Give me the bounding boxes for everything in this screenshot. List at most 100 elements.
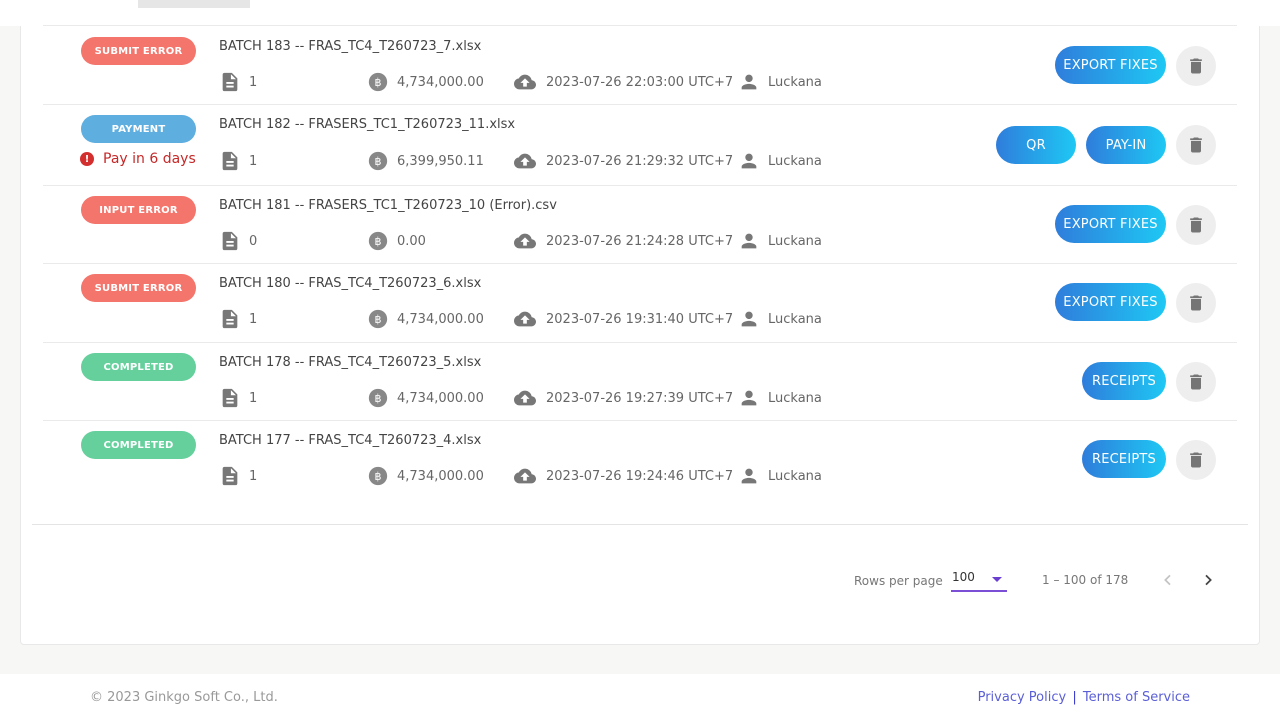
batch-title: BATCH 178 -- FRAS_TC4_T260723_5.xlsx xyxy=(219,355,482,370)
svg-text:฿: ฿ xyxy=(375,392,382,405)
document-icon xyxy=(222,151,238,171)
svg-text:฿: ฿ xyxy=(375,235,382,248)
document-icon xyxy=(222,72,238,92)
upload-time-value: 2023-07-26 21:24:28 UTC+7 xyxy=(546,233,734,249)
table-row: COMPLETED BATCH 178 -- FRAS_TC4_T260723_… xyxy=(43,343,1237,421)
uploader-name: Luckana xyxy=(768,74,822,90)
document-icon xyxy=(222,388,238,408)
file-count: 1 xyxy=(219,387,257,409)
table-row: SUBMIT ERROR BATCH 183 -- FRAS_TC4_T2607… xyxy=(43,26,1237,105)
uploader: Luckana xyxy=(738,150,822,172)
trash-icon xyxy=(1190,58,1202,74)
amount: ฿ 6,399,950.11 xyxy=(367,150,484,172)
page-footer: © 2023 Ginkgo Soft Co., Ltd. Privacy Pol… xyxy=(0,674,1280,720)
amount-value: 6,399,950.11 xyxy=(397,153,484,169)
file-count: 1 xyxy=(219,150,257,172)
person-icon xyxy=(741,311,757,327)
upload-time-value: 2023-07-26 21:29:32 UTC+7 xyxy=(546,153,734,169)
delete-button[interactable] xyxy=(1176,362,1216,402)
upload-time: 2023-07-26 19:27:39 UTC+7 xyxy=(512,387,733,409)
document-icon xyxy=(222,231,238,251)
file-count-value: 1 xyxy=(249,468,258,484)
amount: ฿ 4,734,000.00 xyxy=(367,308,484,330)
status-badge: PAYMENT xyxy=(81,115,196,143)
upload-time-value: 2023-07-26 19:27:39 UTC+7 xyxy=(546,390,734,406)
document-icon xyxy=(222,466,238,486)
svg-text:฿: ฿ xyxy=(375,313,382,326)
amount-value: 4,734,000.00 xyxy=(397,390,484,406)
cloud-upload-icon xyxy=(514,233,536,249)
trash-icon xyxy=(1190,295,1202,311)
upload-time: 2023-07-26 21:24:28 UTC+7 xyxy=(512,230,733,252)
payment-due-text: Pay in 6 days xyxy=(103,151,196,167)
svg-text:฿: ฿ xyxy=(375,76,382,89)
table-row: COMPLETED BATCH 177 -- FRAS_TC4_T260723_… xyxy=(43,421,1237,500)
uploader: Luckana xyxy=(738,230,822,252)
file-count-value: 1 xyxy=(249,390,258,406)
table-bottom-divider xyxy=(32,524,1248,525)
upload-time: 2023-07-26 19:24:46 UTC+7 xyxy=(512,465,733,487)
upload-time-value: 2023-07-26 19:24:46 UTC+7 xyxy=(546,468,734,484)
delete-button[interactable] xyxy=(1176,283,1216,323)
pay-in-button[interactable]: PAY-IN xyxy=(1086,126,1166,164)
upload-time: 2023-07-26 19:31:40 UTC+7 xyxy=(512,308,733,330)
uploader: Luckana xyxy=(738,71,822,93)
chevron-left-icon xyxy=(1164,574,1171,586)
batch-title: BATCH 181 -- FRASERS_TC1_T260723_10 (Err… xyxy=(219,198,557,213)
person-icon xyxy=(741,390,757,406)
cloud-upload-icon xyxy=(514,74,536,90)
export-fixes-button[interactable]: EXPORT FIXES xyxy=(1055,46,1166,84)
status-badge: SUBMIT ERROR xyxy=(81,37,196,65)
trash-icon xyxy=(1190,217,1202,233)
exclamation-icon: ! xyxy=(80,152,94,166)
uploader: Luckana xyxy=(738,387,822,409)
person-icon xyxy=(741,468,757,484)
rows-per-page-value: 100 xyxy=(952,570,975,584)
terms-of-service-link[interactable]: Terms of Service xyxy=(1083,690,1190,705)
uploader: Luckana xyxy=(738,308,822,330)
page-range: 1 – 100 of 178 xyxy=(1042,573,1129,587)
file-count-value: 0 xyxy=(249,233,258,249)
uploader-name: Luckana xyxy=(768,233,822,249)
next-page-button[interactable] xyxy=(1198,570,1218,590)
rows-per-page-select[interactable]: 100 xyxy=(951,570,1007,592)
cloud-upload-icon xyxy=(514,153,536,169)
upload-time: 2023-07-26 21:29:32 UTC+7 xyxy=(512,150,733,172)
previous-row-remnant xyxy=(0,0,1280,26)
previous-page-button[interactable] xyxy=(1158,570,1178,590)
trash-icon xyxy=(1190,452,1202,468)
privacy-policy-link[interactable]: Privacy Policy xyxy=(978,690,1067,705)
chevron-down-icon xyxy=(992,577,1002,582)
uploader-name: Luckana xyxy=(768,153,822,169)
receipts-button[interactable]: RECEIPTS xyxy=(1082,440,1166,478)
scrolled-badge-remnant xyxy=(138,0,250,8)
amount: ฿ 4,734,000.00 xyxy=(367,71,484,93)
export-fixes-button[interactable]: EXPORT FIXES xyxy=(1055,205,1166,243)
trash-icon xyxy=(1190,374,1202,390)
copyright-text: © 2023 Ginkgo Soft Co., Ltd. xyxy=(90,690,278,705)
delete-button[interactable] xyxy=(1176,125,1216,165)
uploader: Luckana xyxy=(738,465,822,487)
delete-button[interactable] xyxy=(1176,440,1216,480)
status-badge: COMPLETED xyxy=(81,431,196,459)
baht-coin-icon: ฿ xyxy=(368,151,388,171)
delete-button[interactable] xyxy=(1176,205,1216,245)
file-count-value: 1 xyxy=(249,153,258,169)
footer-link-separator: | xyxy=(1072,690,1077,705)
export-fixes-button[interactable]: EXPORT FIXES xyxy=(1055,283,1166,321)
baht-coin-icon: ฿ xyxy=(368,466,388,486)
batch-title: BATCH 177 -- FRAS_TC4_T260723_4.xlsx xyxy=(219,433,482,448)
cloud-upload-icon xyxy=(514,390,536,406)
file-count: 1 xyxy=(219,308,257,330)
qr-button[interactable]: QR xyxy=(996,126,1076,164)
delete-button[interactable] xyxy=(1176,46,1216,86)
amount: ฿ 4,734,000.00 xyxy=(367,465,484,487)
batch-title: BATCH 182 -- FRASERS_TC1_T260723_11.xlsx xyxy=(219,117,516,132)
chevron-right-icon xyxy=(1205,574,1212,586)
batch-title: BATCH 180 -- FRAS_TC4_T260723_6.xlsx xyxy=(219,276,482,291)
table-row: SUBMIT ERROR BATCH 180 -- FRAS_TC4_T2607… xyxy=(43,264,1237,343)
person-icon xyxy=(741,233,757,249)
amount: ฿ 0.00 xyxy=(367,230,426,252)
receipts-button[interactable]: RECEIPTS xyxy=(1082,362,1166,400)
upload-time-value: 2023-07-26 22:03:00 UTC+7 xyxy=(546,74,734,90)
